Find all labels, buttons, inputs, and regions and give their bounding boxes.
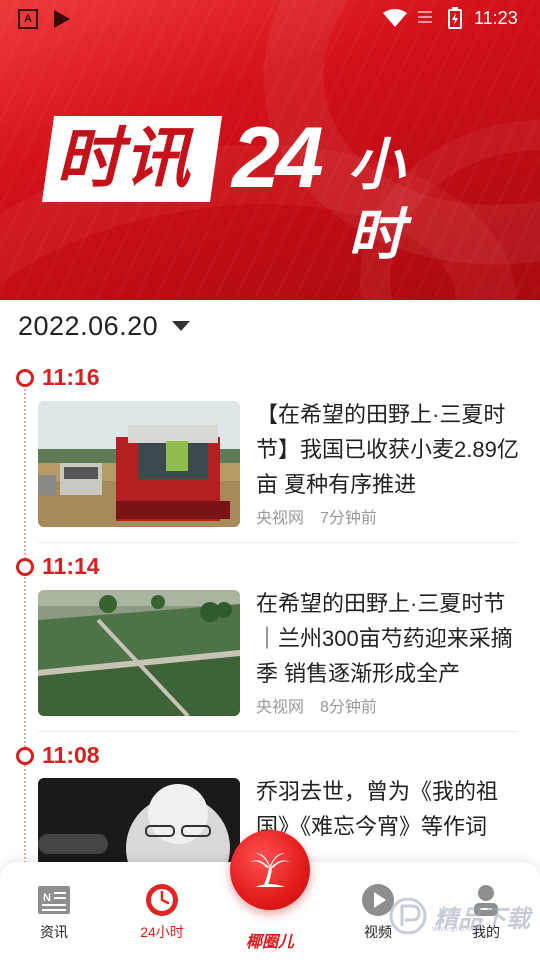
timeline-line [24, 382, 26, 882]
timeline-dot-icon [16, 557, 34, 576]
wifi-icon [383, 9, 407, 27]
news-thumbnail[interactable] [38, 401, 240, 527]
divider [38, 542, 518, 543]
news-time: 11:16 [16, 364, 100, 391]
divider [38, 731, 518, 732]
nav-item-news[interactable]: N 资讯 [14, 882, 94, 942]
caret-down-icon [172, 321, 191, 331]
logo-box-text: 时讯 [56, 121, 192, 195]
clock-icon [122, 882, 202, 918]
logo-suffix: 小时 [348, 133, 404, 266]
timeline-dot-icon [16, 746, 34, 765]
signal-icon [418, 11, 432, 23]
news-meta: 央视网 8分钟前 [256, 693, 377, 717]
news-thumbnail[interactable] [38, 778, 240, 862]
news-time: 11:08 [16, 742, 100, 769]
news-time-label: 11:16 [42, 364, 100, 390]
news-thumbnail[interactable] [38, 590, 240, 716]
status-bar: A 11:23 [0, 0, 540, 36]
news-meta: 央视网 7分钟前 [256, 504, 377, 528]
app-a-icon: A [18, 9, 38, 29]
banner[interactable]: 时讯 24 小时 [0, 0, 540, 300]
watermark-logo-icon [389, 897, 427, 935]
date-value: 2022.06.20 [18, 310, 159, 341]
app-play-icon [54, 10, 70, 28]
news-time-label: 11:14 [42, 553, 100, 579]
nav-label: 资讯 [40, 924, 68, 940]
news-source: 央视网 [256, 699, 305, 716]
battery-icon [448, 7, 462, 29]
nav-label: 24小时 [140, 924, 184, 940]
news-time: 11:14 [16, 553, 100, 580]
status-clock: 11:23 [474, 8, 518, 28]
svg-text:N: N [43, 892, 51, 904]
nav-item-coco[interactable] [230, 830, 310, 910]
watermark-url: www.jpxz.com [432, 924, 483, 933]
nav-label-coco[interactable]: 椰圈儿 [230, 928, 310, 952]
timeline-dot-icon [16, 368, 34, 387]
news-title[interactable]: 【在希望的田野上·三夏时节】我国已收获小麦2.89亿亩 夏种有序推进 [256, 397, 522, 502]
news-item[interactable]: 在希望的田野上·三夏时节｜兰州300亩芍药迎来采摘季 销售逐渐形成全产 央视网 8… [38, 590, 518, 718]
news-time-ago: 8分钟前 [320, 699, 377, 716]
news-time-label: 11:08 [42, 742, 100, 768]
date-selector[interactable]: 2022.06.20 [18, 306, 191, 346]
news-title[interactable]: 在希望的田野上·三夏时节｜兰州300亩芍药迎来采摘季 销售逐渐形成全产 [256, 586, 522, 691]
news-item[interactable]: 【在希望的田野上·三夏时节】我国已收获小麦2.89亿亩 夏种有序推进 央视网 7分… [38, 401, 519, 529]
logo-number: 24 [232, 110, 324, 206]
nav-item-24h[interactable]: 24小时 [122, 882, 202, 942]
news-title[interactable]: 乔羽去世，曾为《我的祖国》《难忘今宵》等作词 [256, 774, 522, 844]
news-icon: N [14, 882, 94, 918]
news-time-ago: 7分钟前 [320, 510, 377, 527]
news-source: 央视网 [256, 510, 305, 527]
watermark: 精品下载 www.jpxz.com [388, 896, 530, 936]
palm-tree-icon [250, 853, 290, 887]
